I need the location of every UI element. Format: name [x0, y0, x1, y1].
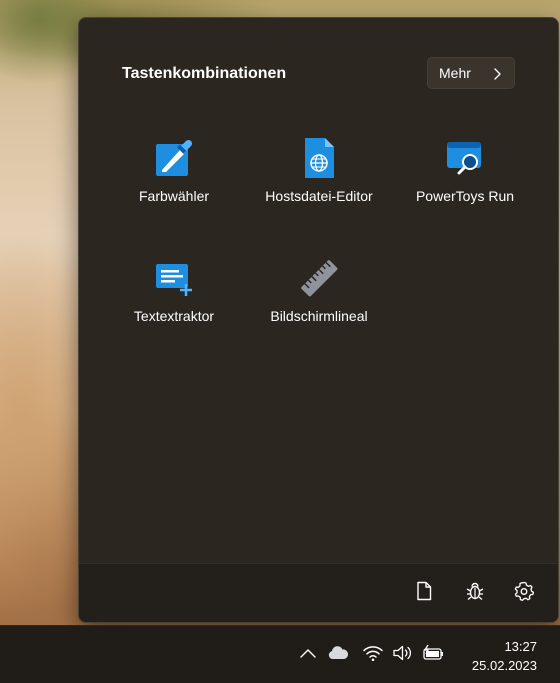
tool-label: Bildschirmlineal — [270, 308, 368, 324]
more-button[interactable]: Mehr — [427, 57, 515, 89]
powertoys-flyout: Tastenkombinationen Mehr Farbwähler Host… — [78, 17, 559, 623]
tool-color-picker[interactable]: Farbwähler — [104, 136, 244, 236]
onedrive-button[interactable] — [327, 644, 349, 666]
flyout-footer — [79, 563, 558, 622]
hosts-file-editor-icon — [297, 136, 341, 180]
clock-date: 25.02.2023 — [471, 658, 537, 673]
settings-icon — [514, 581, 535, 606]
settings-button[interactable] — [512, 581, 536, 605]
bug-report-button[interactable] — [463, 581, 487, 605]
clock-time: 13:27 — [504, 639, 537, 654]
volume-icon — [392, 644, 414, 667]
tool-label: Hostsdatei-Editor — [265, 188, 373, 204]
clock[interactable]: 13:27 25.02.2023 — [472, 637, 537, 675]
chevron-up-icon — [299, 646, 317, 664]
tool-label: PowerToys Run — [415, 188, 515, 204]
tool-screen-ruler[interactable]: Bildschirmlineal — [249, 256, 389, 356]
screen-ruler-icon — [297, 256, 341, 300]
chevron-right-icon — [492, 67, 502, 80]
document-icon — [415, 581, 433, 606]
wifi-icon — [362, 644, 384, 667]
volume-button[interactable] — [392, 644, 414, 666]
tool-label: Textextraktor — [133, 308, 215, 324]
more-button-label: Mehr — [439, 65, 471, 81]
document-button[interactable] — [412, 581, 436, 605]
show-hidden-icons-button[interactable] — [297, 644, 319, 666]
powertoys-run-icon — [443, 136, 487, 180]
flyout-title: Tastenkombinationen — [122, 65, 287, 82]
network-button[interactable] — [362, 644, 384, 666]
battery-charging-icon — [421, 644, 445, 667]
desktop-wallpaper: Tastenkombinationen Mehr Farbwähler Host… — [0, 0, 560, 683]
color-picker-icon — [152, 136, 196, 180]
taskbar: 13:27 25.02.2023 — [0, 625, 560, 683]
bug-icon — [465, 581, 485, 606]
tool-text-extractor[interactable]: Textextraktor — [104, 256, 244, 356]
tool-hosts-file-editor[interactable]: Hostsdatei-Editor — [249, 136, 389, 236]
tool-label: Farbwähler — [138, 188, 210, 204]
cloud-icon — [327, 645, 349, 666]
battery-button[interactable] — [422, 644, 444, 666]
tool-powertoys-run[interactable]: PowerToys Run — [395, 136, 535, 236]
text-extractor-icon — [152, 256, 196, 300]
